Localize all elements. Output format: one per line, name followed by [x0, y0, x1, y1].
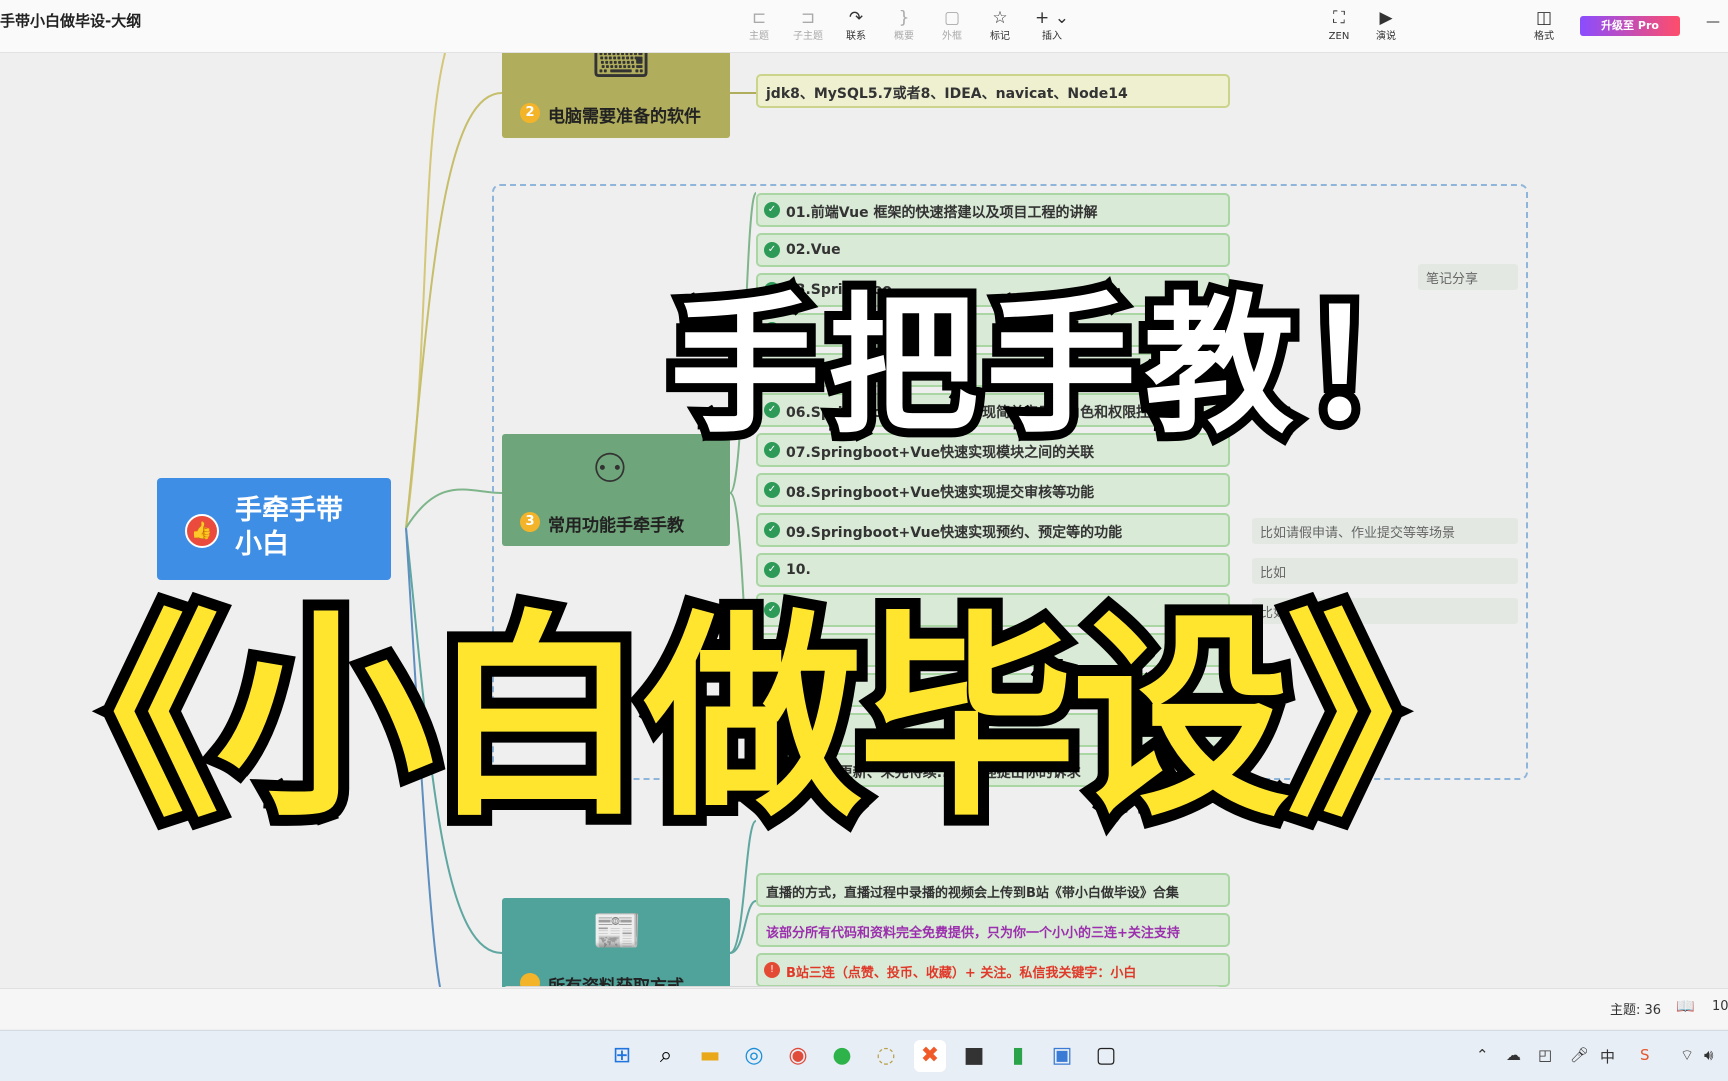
- app-blue-icon[interactable]: ▣: [1046, 1040, 1078, 1072]
- news-icon: 📰: [592, 908, 642, 954]
- star-icon: ☆: [992, 8, 1008, 28]
- tray-s-icon[interactable]: S: [1640, 1046, 1650, 1064]
- topic-software[interactable]: ⌨ 2 电脑需要准备的软件: [502, 53, 730, 138]
- zen-mode-button[interactable]: ⛶ ZEN: [1317, 8, 1361, 44]
- mindmap-canvas[interactable]: 👍 手牵手带 小白 ⌨ 2 电脑需要准备的软件 jdk8、MySQL5.7或者8…: [0, 53, 1728, 987]
- edge-browser-icon[interactable]: ◎: [738, 1040, 770, 1072]
- xmind-icon[interactable]: ✖: [914, 1040, 946, 1072]
- plus-icon: + ⌄: [1035, 8, 1069, 28]
- topic-materials[interactable]: 📰 所有资料获取方式: [502, 898, 730, 987]
- cloud-off-icon[interactable]: ☁: [1506, 1046, 1521, 1064]
- play-icon: ▶: [1379, 8, 1393, 28]
- zoom-level[interactable]: 10: [1712, 999, 1728, 1014]
- toolbar-topic-button[interactable]: ⊏ 主题: [737, 8, 781, 44]
- function-leaf-01[interactable]: ✓ 01.前端Vue 框架的快速搭建以及项目工程的讲解: [756, 193, 1230, 227]
- function-leaf-08[interactable]: ✓ 08.Springboot+Vue快速实现提交审核等功能: [756, 473, 1230, 507]
- people-chat-icon: ⚇: [592, 446, 628, 492]
- topic-count: 主题: 36: [1610, 1003, 1662, 1018]
- check-icon: ✓: [764, 202, 780, 218]
- material-leaf-3[interactable]: ! B站三连（点赞、投币、收藏）+ 关注。私信我关键字：小白: [756, 953, 1230, 987]
- wifi-icon[interactable]: ⌔: [1680, 1046, 1694, 1065]
- app-green-icon[interactable]: ▮: [1002, 1040, 1034, 1072]
- search-icon[interactable]: ⌕: [650, 1040, 682, 1072]
- outline-icon[interactable]: 📖: [1676, 997, 1695, 1015]
- material-leaf-1[interactable]: 直播的方式，直播过程中录播的视频会上传到B站《带小白做毕设》合集: [756, 873, 1230, 907]
- alert-icon: !: [764, 962, 780, 978]
- microphone-icon[interactable]: 🎤︎: [1570, 1046, 1589, 1064]
- toolbar-relationship-button[interactable]: ↷ 联系: [834, 8, 878, 44]
- toolbar-subtopic-button[interactable]: ⊐ 子主题: [786, 8, 830, 44]
- speaker-icon[interactable]: 🔊︎: [1704, 1046, 1713, 1064]
- file-explorer-icon[interactable]: ▬: [694, 1040, 726, 1072]
- wechat-icon[interactable]: ●: [826, 1040, 858, 1072]
- intellij-icon[interactable]: ■: [958, 1040, 990, 1072]
- window-title: 手带小白做毕设-大纲: [0, 12, 142, 30]
- check-icon: ✓: [764, 482, 780, 498]
- toolbar-summary-button[interactable]: } 概要: [882, 8, 926, 44]
- check-icon: ✓: [764, 522, 780, 538]
- keyboard-icon: ⌨: [592, 53, 650, 87]
- relationship-icon: ↷: [848, 8, 864, 28]
- horizontal-scrollbar[interactable]: [504, 986, 1220, 987]
- summary-icon: }: [898, 8, 910, 28]
- tray-app-icon[interactable]: ◰: [1538, 1046, 1552, 1064]
- panel-icon: ◫: [1535, 8, 1553, 28]
- upgrade-pro-button[interactable]: 升级至 Pro: [1580, 16, 1680, 36]
- toolbar-boundary-button[interactable]: ▢ 外框: [930, 8, 974, 44]
- overlay-headline-bottom: 《小白做毕设》: [0, 582, 1515, 857]
- status-bar: 主题: 36 📖 10: [0, 988, 1728, 1029]
- material-leaf-2[interactable]: 该部分所有代码和资料完全免费提供，只为你一个小小的三连+关注支持: [756, 913, 1230, 947]
- format-panel-button[interactable]: ◫ 格式: [1522, 8, 1566, 44]
- taskbar: ⊞ ⌕ ▬ ◎ ◉ ● ◌ ✖ ■ ▮ ▣ ▢ ⌃ ☁ ◰ 🎤︎ 中 S ⌔ 🔊…: [0, 1030, 1728, 1081]
- number-badge: [520, 973, 540, 987]
- toolbar-insert-button[interactable]: + ⌄ 插入: [1030, 8, 1074, 44]
- overlay-headline-top: 手把手教！: [661, 271, 1461, 463]
- present-button[interactable]: ▶ 演说: [1364, 8, 1408, 44]
- video-app-icon[interactable]: ▢: [1090, 1040, 1122, 1072]
- chevron-up-icon[interactable]: ⌃: [1476, 1046, 1489, 1064]
- ime-icon[interactable]: 中: [1600, 1046, 1615, 1067]
- software-leaf[interactable]: jdk8、MySQL5.7或者8、IDEA、navicat、Node14: [756, 74, 1230, 108]
- root-topic-line1: 手牵手带: [235, 495, 343, 526]
- app-icon[interactable]: ◌: [870, 1040, 902, 1072]
- topic-icon: ⊏: [751, 8, 767, 28]
- subtopic-icon: ⊐: [800, 8, 816, 28]
- title-bar: 手带小白做毕设-大纲 ⊏ 主题 ⊐ 子主题 ↷ 联系 } 概要 ▢ 外框 ☆ 标…: [0, 0, 1728, 53]
- boundary-icon: ▢: [943, 8, 961, 28]
- minimize-button[interactable]: —: [1706, 14, 1720, 30]
- toolbar-marker-button[interactable]: ☆ 标记: [978, 8, 1022, 44]
- chrome-icon[interactable]: ◉: [782, 1040, 814, 1072]
- windows-start-icon[interactable]: ⊞: [606, 1040, 638, 1072]
- fullscreen-icon: ⛶: [1333, 8, 1345, 28]
